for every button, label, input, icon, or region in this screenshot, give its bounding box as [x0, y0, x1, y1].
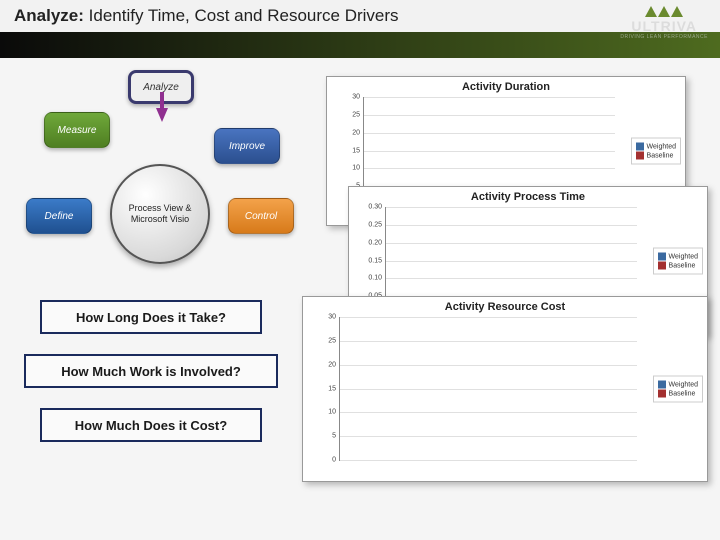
- triangle-icon: [658, 6, 670, 17]
- chart-legend: Weighted Baseline: [631, 138, 681, 165]
- arrow-down-icon: [156, 108, 168, 122]
- legend-baseline: Baseline: [669, 390, 696, 397]
- slide-header: Analyze: Identify Time, Cost and Resourc…: [0, 0, 720, 58]
- brand-tagline: DRIVING LEAN PERFORMANCE: [620, 34, 708, 40]
- title-bold: Analyze:: [14, 6, 84, 25]
- chart-title: Activity Process Time: [349, 187, 707, 205]
- triangle-icon: [671, 6, 683, 17]
- chart-legend: Weighted Baseline: [653, 376, 703, 403]
- question-box-cost: How Much Does it Cost?: [40, 408, 262, 442]
- chart-activity-resource-cost: Activity Resource Cost 051015202530 Weig…: [302, 296, 708, 482]
- node-control: Control: [228, 198, 294, 234]
- node-improve: Improve: [214, 128, 280, 164]
- node-define: Define: [26, 198, 92, 234]
- chart-title: Activity Resource Cost: [303, 297, 707, 315]
- legend-baseline: Baseline: [647, 152, 674, 159]
- node-measure: Measure: [44, 112, 110, 148]
- legend-weighted: Weighted: [669, 253, 698, 260]
- legend-weighted: Weighted: [647, 143, 676, 150]
- chart-legend: Weighted Baseline: [653, 248, 703, 275]
- question-box-time: How Long Does it Take?: [40, 300, 262, 334]
- legend-baseline: Baseline: [669, 262, 696, 269]
- chart-title: Activity Duration: [327, 77, 685, 95]
- triangle-icon: [645, 6, 657, 17]
- page-title: Analyze: Identify Time, Cost and Resourc…: [14, 6, 399, 26]
- brand-logo: ULTRIVA DRIVING LEAN PERFORMANCE: [620, 6, 708, 40]
- legend-weighted: Weighted: [669, 381, 698, 388]
- title-rest: Identify Time, Cost and Resource Drivers: [84, 6, 399, 25]
- brand-name: ULTRIVA: [620, 18, 708, 34]
- question-box-work: How Much Work is Involved?: [24, 354, 278, 388]
- hub-circle: Process View & Microsoft Visio: [110, 164, 210, 264]
- dmaic-diagram: Analyze Measure Improve Define Control P…: [18, 70, 318, 280]
